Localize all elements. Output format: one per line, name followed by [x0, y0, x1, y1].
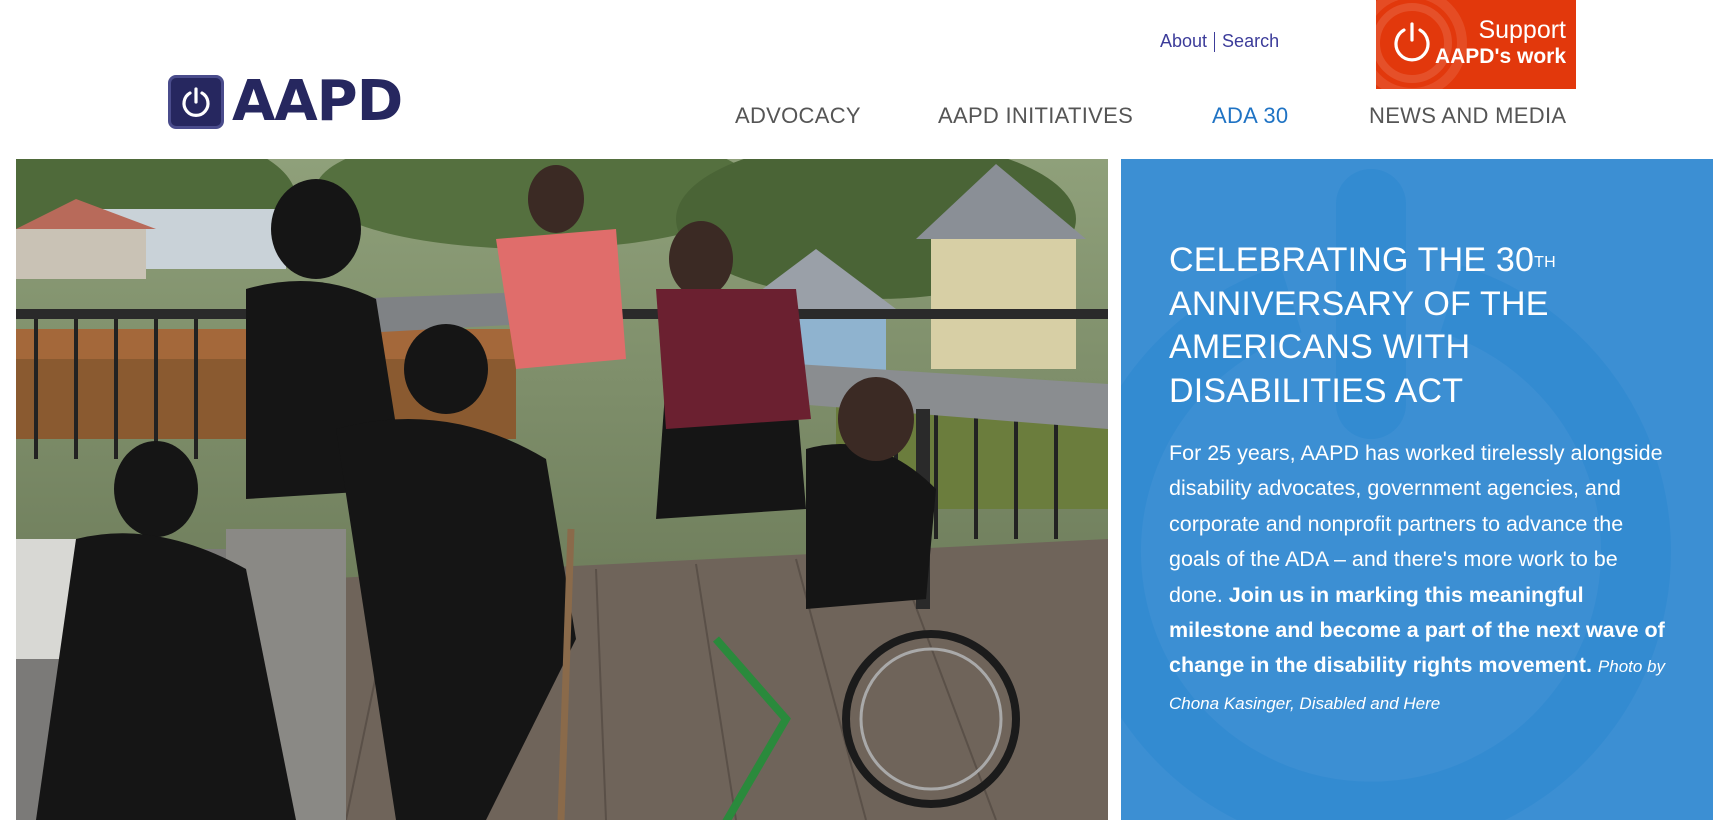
hero-panel: CELEBRATING THE 30TH ANNIVERSARY OF THE A…	[1121, 159, 1713, 820]
hero-heading: CELEBRATING THE 30TH ANNIVERSARY OF THE A…	[1169, 241, 1556, 410]
hero-photo	[16, 159, 1108, 820]
support-label: Support	[1478, 16, 1566, 44]
heading-superscript: TH	[1534, 254, 1556, 271]
nav-advocacy[interactable]: ADVOCACY	[735, 103, 861, 129]
search-link[interactable]: Search	[1222, 31, 1279, 52]
power-icon	[168, 74, 224, 129]
nav-ada-30[interactable]: ADA 30	[1212, 103, 1288, 129]
about-link[interactable]: About	[1160, 31, 1207, 52]
logo-wordmark: AAPD	[232, 68, 403, 134]
separator	[1214, 31, 1216, 52]
hero-body: For 25 years, AAPD has worked tirelessly…	[1169, 441, 1666, 713]
utility-nav: About Search	[1160, 31, 1279, 52]
aapd-logo[interactable]: AAPD	[168, 68, 431, 134]
hero-call-to-action: Join us in marking this meaningful miles…	[1169, 582, 1665, 678]
nav-aapd-initiatives[interactable]: AAPD INITIATIVES	[938, 103, 1133, 129]
support-button[interactable]: Support AAPD's work	[1376, 0, 1576, 89]
nav-news-and-media[interactable]: NEWS AND MEDIA	[1369, 103, 1566, 129]
support-sublabel: AAPD's work	[1434, 45, 1566, 68]
